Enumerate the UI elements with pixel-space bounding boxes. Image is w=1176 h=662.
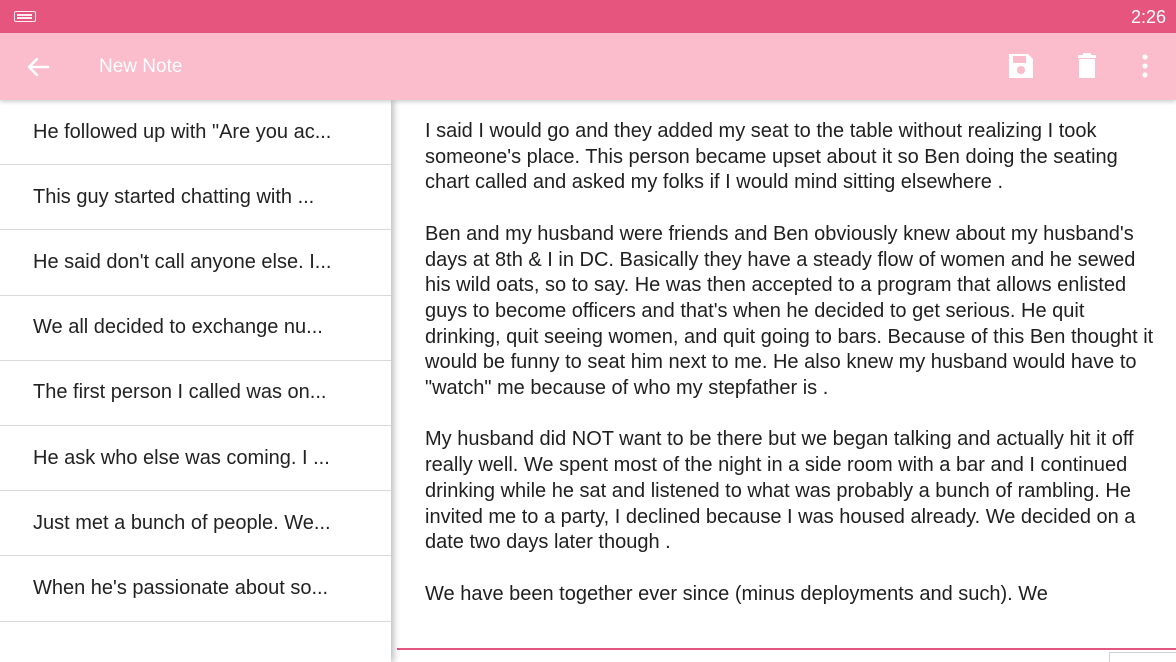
note-paragraph: Ben and my husband were friends and Ben … xyxy=(425,222,1154,400)
note-preview: When he's passionate about so... xyxy=(33,576,329,599)
note-preview: He ask who else was coming. I ... xyxy=(33,446,330,469)
list-item[interactable]: He said don't call anyone else. I... xyxy=(0,230,391,296)
notes-list: He followed up with "Are you ac... This … xyxy=(0,100,391,662)
status-time: 2:26 xyxy=(1130,7,1166,27)
delete-icon[interactable] xyxy=(1070,49,1104,83)
list-item[interactable]: We all decided to exchange nu... xyxy=(0,296,391,361)
list-item[interactable]: He followed up with "Are you ac... xyxy=(0,100,391,166)
note-preview: He followed up with "Are you ac... xyxy=(33,120,332,143)
page-title: New Note xyxy=(99,56,183,77)
list-item[interactable]: He ask who else was coming. I ... xyxy=(0,426,391,492)
list-item[interactable]: When he's passionate about so... xyxy=(0,556,391,622)
keyboard-icon xyxy=(14,11,36,22)
note-paragraph: I said I would go and they added my seat… xyxy=(425,120,1118,194)
app-bar: New Note xyxy=(0,33,1176,100)
note-preview: He said don't call anyone else. I... xyxy=(33,250,332,273)
list-item[interactable]: Just met a bunch of people. We... xyxy=(0,491,391,557)
corner-handle xyxy=(1109,652,1176,662)
note-body[interactable]: I said I would go and they added my seat… xyxy=(425,119,1155,633)
list-item[interactable]: This guy started chatting with ... xyxy=(0,165,391,231)
note-editor[interactable]: I said I would go and they added my seat… xyxy=(391,100,1176,662)
editor-underline xyxy=(397,648,1176,650)
note-paragraph: My husband did NOT want to be there but … xyxy=(425,428,1136,554)
note-paragraph: We have been together ever since (minus … xyxy=(425,582,1048,605)
arrow-back-icon[interactable] xyxy=(22,51,54,83)
save-icon[interactable] xyxy=(1004,49,1038,83)
note-preview: We all decided to exchange nu... xyxy=(33,316,323,339)
list-item[interactable]: The first person I called was on... xyxy=(0,361,391,426)
note-preview: This guy started chatting with ... xyxy=(33,185,315,208)
status-bar: 2:26 xyxy=(0,0,1176,33)
note-preview: Just met a bunch of people. We... xyxy=(33,511,331,534)
more-vert-icon[interactable] xyxy=(1128,49,1162,83)
note-preview: The first person I called was on... xyxy=(33,381,327,404)
